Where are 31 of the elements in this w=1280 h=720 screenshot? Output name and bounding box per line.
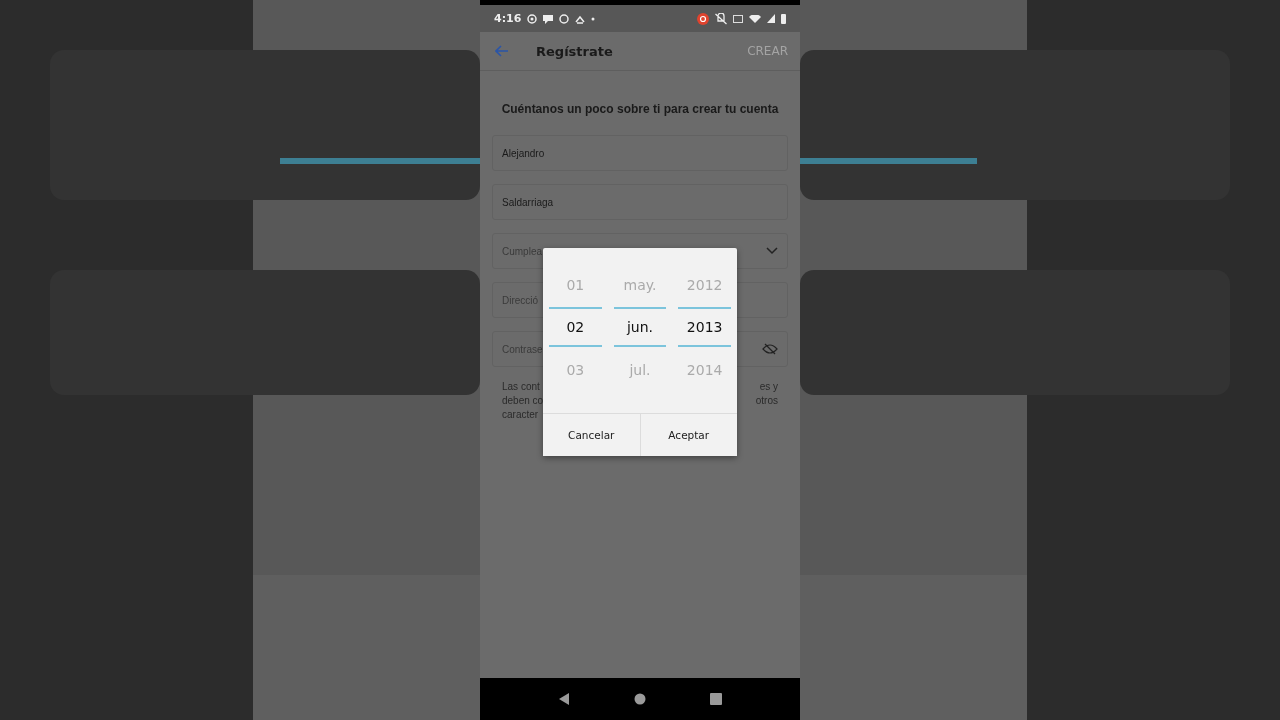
accept-button[interactable]: Aceptar — [639, 414, 737, 456]
target-icon — [527, 13, 538, 24]
recents-square-icon[interactable] — [710, 693, 722, 705]
wifi-icon — [749, 14, 761, 23]
screen-title: Regístrate — [536, 43, 613, 59]
picker-item[interactable]: 2014 — [678, 347, 731, 392]
cancel-button[interactable]: Cancelar — [543, 414, 640, 456]
battery-icon — [781, 13, 786, 24]
chevron-down-icon[interactable] — [766, 247, 778, 255]
status-time: 4:16 — [494, 12, 522, 25]
back-triangle-icon[interactable] — [558, 692, 570, 706]
signal-icon — [767, 14, 775, 23]
picker-item[interactable]: 2013 — [678, 307, 731, 347]
volte-icon — [733, 14, 743, 23]
picker-item[interactable]: jun. — [613, 307, 667, 347]
picker-item[interactable]: jul. — [613, 347, 667, 392]
input-field[interactable]: Saldarriaga — [492, 184, 788, 220]
picker-item[interactable]: 02 — [549, 307, 602, 347]
record-icon — [697, 12, 709, 25]
dot-icon — [591, 16, 596, 21]
input-field[interactable]: Alejandro — [492, 135, 788, 171]
picker-item[interactable]: 03 — [549, 347, 602, 392]
eye-slash-icon[interactable] — [762, 343, 778, 355]
home-circle-icon[interactable] — [634, 693, 646, 705]
helper-text: deben co — [502, 394, 544, 408]
helper-text: Las cont — [502, 380, 540, 394]
helper-text: otros — [755, 394, 778, 408]
bell-muted-icon — [715, 12, 727, 25]
intro-text: Cuéntanos un poco sobre ti para crear tu cuenta — [500, 101, 780, 117]
chat-bubble-icon — [543, 13, 554, 24]
helper-text: caracter — [502, 408, 539, 422]
